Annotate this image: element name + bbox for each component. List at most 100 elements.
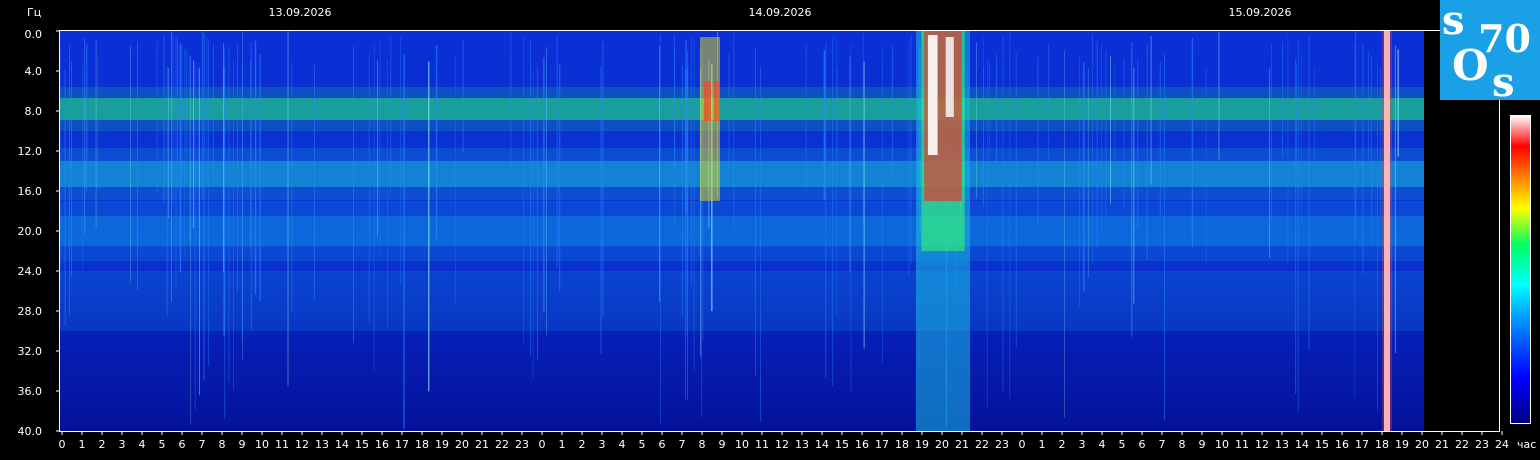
x-tick-label: 17 bbox=[1355, 438, 1369, 451]
y-tick-label: 16.0 bbox=[18, 185, 43, 198]
y-tick-label: 32.0 bbox=[18, 345, 43, 358]
x-tick-label: 17 bbox=[875, 438, 889, 451]
x-tick-label: 18 bbox=[415, 438, 429, 451]
y-axis-unit: Гц bbox=[27, 6, 41, 19]
y-tick-label: 12.0 bbox=[18, 145, 43, 158]
x-tick-label: 13 bbox=[795, 438, 809, 451]
x-tick-label: 9 bbox=[1199, 438, 1206, 451]
y-tick-label: 8.0 bbox=[25, 105, 43, 118]
x-tick-label: 6 bbox=[179, 438, 186, 451]
x-tick-label: 14 bbox=[815, 438, 829, 451]
logo-letter-o: O bbox=[1452, 41, 1489, 90]
burst-hot bbox=[704, 81, 711, 121]
resonance-band-glow bbox=[60, 87, 1424, 131]
x-tick-label: 22 bbox=[1455, 438, 1469, 451]
x-tick-label: 2 bbox=[99, 438, 106, 451]
x-tick-label: 21 bbox=[475, 438, 489, 451]
y-tick-label: 40.0 bbox=[18, 425, 43, 438]
x-tick-label: 23 bbox=[515, 438, 529, 451]
burst-hot bbox=[714, 81, 720, 121]
x-tick-label: 13 bbox=[315, 438, 329, 451]
x-tick-label: 22 bbox=[495, 438, 509, 451]
x-tick-label: 5 bbox=[159, 438, 166, 451]
x-tick-label: 21 bbox=[1435, 438, 1449, 451]
x-tick-label: 16 bbox=[855, 438, 869, 451]
x-tick-label: 8 bbox=[699, 438, 706, 451]
x-tick-label: 4 bbox=[1099, 438, 1106, 451]
x-tick-label: 19 bbox=[435, 438, 449, 451]
background-noise-band bbox=[60, 271, 1424, 331]
x-tick-label: 2 bbox=[579, 438, 586, 451]
x-tick-label: 14 bbox=[335, 438, 349, 451]
burst-core bbox=[945, 37, 954, 117]
spectrogram-chart: Гц 0.0 4.0 8.0 12.0 16.0 20.0 24.0 28.0 32.0 36.0… bbox=[18, 0, 1540, 451]
x-tick-label: 9 bbox=[239, 438, 246, 451]
x-tick-label: 15 bbox=[355, 438, 369, 451]
x-tick-label: 23 bbox=[1475, 438, 1489, 451]
x-tick-label: 12 bbox=[775, 438, 789, 451]
x-tick-label: 8 bbox=[219, 438, 226, 451]
x-tick-label: 20 bbox=[455, 438, 469, 451]
x-axis-unit: час bbox=[1517, 438, 1536, 451]
burst-core bbox=[927, 35, 938, 155]
x-tick-label: 16 bbox=[375, 438, 389, 451]
date-labels: 13.09.2026 14.09.2026 15.09.2026 bbox=[269, 6, 1292, 19]
x-tick-label: 19 bbox=[1395, 438, 1409, 451]
y-axis-ticks: 0.0 4.0 8.0 12.0 16.0 20.0 24.0 28.0 32.0 36.0 40.… bbox=[18, 28, 60, 438]
x-tick-label: 14 bbox=[1295, 438, 1309, 451]
x-tick-label: 7 bbox=[1159, 438, 1166, 451]
x-tick-label: 0 bbox=[539, 438, 546, 451]
sos-logo: s 70 O s bbox=[1440, 0, 1540, 106]
x-tick-label: 11 bbox=[755, 438, 769, 451]
y-tick-label: 20.0 bbox=[18, 225, 43, 238]
x-tick-label: 5 bbox=[639, 438, 646, 451]
x-tick-label: 15 bbox=[835, 438, 849, 451]
x-tick-label: 0 bbox=[59, 438, 66, 451]
x-tick-label: 1 bbox=[1039, 438, 1046, 451]
x-tick-label: 1 bbox=[79, 438, 86, 451]
resonance-band-glow bbox=[60, 201, 1424, 261]
x-tick-label: 3 bbox=[119, 438, 126, 451]
x-tick-label: 3 bbox=[1079, 438, 1086, 451]
x-tick-label: 21 bbox=[955, 438, 969, 451]
x-tick-label: 3 bbox=[599, 438, 606, 451]
x-tick-label: 13 bbox=[1275, 438, 1289, 451]
x-tick-label: 10 bbox=[735, 438, 749, 451]
spectrogram-bands bbox=[60, 87, 1424, 331]
y-tick-label: 24.0 bbox=[18, 265, 43, 278]
x-tick-label: 9 bbox=[719, 438, 726, 451]
x-tick-label: 2 bbox=[1059, 438, 1066, 451]
date-label: 15.09.2026 bbox=[1229, 6, 1292, 19]
x-tick-label: 7 bbox=[679, 438, 686, 451]
burst-edge bbox=[1382, 31, 1392, 431]
colorbar bbox=[1510, 115, 1531, 424]
x-tick-label: 4 bbox=[619, 438, 626, 451]
date-label: 14.09.2026 bbox=[749, 6, 812, 19]
x-tick-label: 1 bbox=[559, 438, 566, 451]
y-tick-label: 36.0 bbox=[18, 385, 43, 398]
x-tick-label: 8 bbox=[1179, 438, 1186, 451]
x-tick-label: 11 bbox=[275, 438, 289, 451]
x-tick-label: 18 bbox=[895, 438, 909, 451]
logo-letter-s-bottom: s bbox=[1492, 59, 1515, 106]
x-tick-label: 11 bbox=[1235, 438, 1249, 451]
x-tick-label: 12 bbox=[1255, 438, 1269, 451]
x-tick-label: 10 bbox=[255, 438, 269, 451]
x-tick-label: 12 bbox=[295, 438, 309, 451]
resonance-band-glow bbox=[60, 148, 1424, 200]
x-axis-ticks: 0 1 2 3 4 5 6 7 8 9 10 11 12 13 14 15 16 17 18 19 20 21 22 23 0 1… bbox=[59, 431, 1509, 451]
date-label: 13.09.2026 bbox=[269, 6, 332, 19]
x-tick-label: 15 bbox=[1315, 438, 1329, 451]
x-tick-label: 19 bbox=[915, 438, 929, 451]
x-tick-label: 6 bbox=[1139, 438, 1146, 451]
x-tick-label: 10 bbox=[1215, 438, 1229, 451]
x-tick-label: 7 bbox=[199, 438, 206, 451]
y-tick-label: 0.0 bbox=[25, 28, 43, 41]
x-tick-label: 20 bbox=[935, 438, 949, 451]
y-tick-label: 4.0 bbox=[25, 65, 43, 78]
x-tick-label: 23 bbox=[995, 438, 1009, 451]
x-tick-label: 5 bbox=[1119, 438, 1126, 451]
x-tick-label: 6 bbox=[659, 438, 666, 451]
x-tick-label: 18 bbox=[1375, 438, 1389, 451]
x-tick-label: 16 bbox=[1335, 438, 1349, 451]
